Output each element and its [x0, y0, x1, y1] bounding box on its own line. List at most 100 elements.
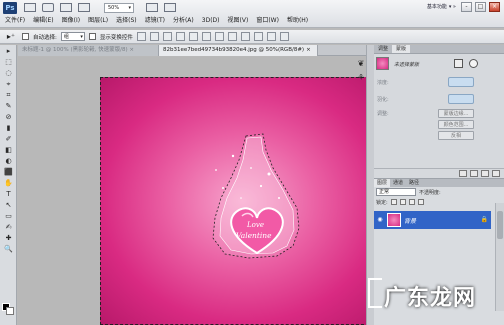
- menu-filter[interactable]: 滤镜(T): [145, 15, 165, 27]
- mask-thumbnail[interactable]: [376, 57, 389, 70]
- color-range-button[interactable]: 颜色范围...: [438, 120, 474, 129]
- photoshop-window: Ps 50% 基本功能▾ » - □ × 文件(F) 编辑(E) 图像(I) 图…: [0, 0, 504, 325]
- tab-channels[interactable]: 通道: [390, 179, 406, 187]
- path-select-icon[interactable]: ↖: [1, 200, 16, 210]
- history-brush-icon[interactable]: ◧: [1, 145, 16, 155]
- apply-mask-icon[interactable]: [470, 170, 478, 177]
- auto-select-checkbox[interactable]: [22, 33, 29, 40]
- distribute-center-icon[interactable]: [266, 32, 276, 41]
- distribute-top-icon[interactable]: [214, 32, 224, 41]
- type-tool-icon[interactable]: T: [1, 189, 16, 199]
- eraser-tool-icon[interactable]: ◐: [1, 156, 16, 166]
- ps-logo: Ps: [3, 2, 17, 14]
- workspace-chevron-icon: ▾ »: [448, 4, 456, 10]
- eyedropper-tool-icon[interactable]: ✎: [1, 101, 16, 111]
- background-color-swatch[interactable]: [6, 307, 14, 315]
- align-right-icon[interactable]: [201, 32, 211, 41]
- clone-stamp-icon[interactable]: ✐: [1, 134, 16, 144]
- menu-file[interactable]: 文件(F): [5, 15, 25, 27]
- dodge-tool-icon[interactable]: ✋: [1, 178, 16, 188]
- gradient-tool-icon[interactable]: ⬛: [1, 167, 16, 177]
- lock-row: 锁定:: [374, 197, 504, 207]
- layer-row-background[interactable]: ◉ 背景 🔒: [374, 211, 491, 229]
- align-bottom-icon[interactable]: [162, 32, 172, 41]
- menu-bar: 文件(F) 编辑(E) 图像(I) 图层(L) 选择(S) 滤镜(T) 分析(A…: [0, 15, 308, 27]
- menu-view[interactable]: 视图(V): [228, 15, 249, 27]
- distribute-left-icon[interactable]: [253, 32, 263, 41]
- zoom-tool-icon[interactable]: 🔍: [1, 244, 16, 254]
- tab-image-jpg[interactable]: 82b31ee7bed49734b93820e4.jpg @ 50%(RGB/8…: [158, 45, 318, 56]
- menu-layer[interactable]: 图层(L): [88, 15, 108, 27]
- tab-untitled[interactable]: 未标题-1 @ 100% (黑影轮毂, 快速蒙版/8) ×: [18, 45, 158, 56]
- bridge-icon[interactable]: [24, 3, 36, 12]
- feather-field[interactable]: [448, 94, 474, 104]
- menu-3d[interactable]: 3D(D): [202, 15, 220, 27]
- align-left-icon[interactable]: [175, 32, 185, 41]
- workspace-switcher[interactable]: 基本功能 ▾ »: [425, 3, 456, 10]
- menu-window[interactable]: 窗口(W): [256, 15, 279, 27]
- opacity-label: 不透明度:: [419, 189, 441, 196]
- crop-tool-icon[interactable]: ⌗: [1, 90, 16, 100]
- canvas-area[interactable]: Love Valentine: [18, 57, 374, 325]
- screen-mode-icon[interactable]: [164, 3, 176, 12]
- delete-mask-icon[interactable]: [492, 170, 500, 177]
- pixel-mask-button[interactable]: [454, 59, 463, 68]
- blend-mode-select[interactable]: 正常: [376, 188, 416, 196]
- lock-all-icon[interactable]: [417, 199, 424, 205]
- 3d-rotate-icon[interactable]: ✚: [1, 233, 16, 243]
- lasso-tool-icon[interactable]: ◌: [1, 68, 16, 78]
- align-center-icon[interactable]: [188, 32, 198, 41]
- eye-icon[interactable]: ◉: [376, 216, 384, 223]
- layers-panel-tabs: 图层 通道 路径: [374, 179, 504, 187]
- tab-paths[interactable]: 路径: [406, 179, 422, 187]
- tab-adjustments[interactable]: 调整: [374, 45, 392, 53]
- auto-align-icon[interactable]: [279, 32, 289, 41]
- lock-transparent-icon[interactable]: [390, 199, 397, 205]
- load-selection-icon[interactable]: [459, 170, 467, 177]
- menu-select[interactable]: 选择(S): [116, 15, 137, 27]
- lock-pixels-icon[interactable]: [399, 199, 406, 205]
- pen-tool-icon[interactable]: ✍: [1, 222, 16, 232]
- show-transform-checkbox[interactable]: [88, 33, 96, 40]
- move-tool-icon[interactable]: ▸: [1, 46, 16, 56]
- tab-layers[interactable]: 图层: [374, 179, 391, 187]
- tab-masks[interactable]: 蒙版: [392, 45, 411, 53]
- maximize-button[interactable]: □: [475, 2, 486, 12]
- lock-position-icon[interactable]: [408, 199, 415, 205]
- mask-edge-button[interactable]: 蒙版边缘...: [438, 109, 474, 118]
- close-button[interactable]: ×: [489, 2, 500, 12]
- zoom-level-select[interactable]: 50%: [104, 3, 134, 13]
- invert-button[interactable]: 反相: [438, 131, 474, 140]
- healing-brush-icon[interactable]: ⊘: [1, 112, 16, 122]
- layer-name: 背景: [404, 218, 417, 225]
- marquee-tool-icon[interactable]: ⬚: [1, 57, 16, 67]
- app-bar: Ps 50% 基本功能▾ » - □ × 文件(F) 编辑(E) 图像(I) 图…: [0, 0, 504, 28]
- brush-tool-icon[interactable]: ▮: [1, 123, 16, 133]
- arrange-documents-icon[interactable]: [146, 3, 158, 12]
- menu-edit[interactable]: 编辑(E): [33, 15, 53, 27]
- document-tabs: 未标题-1 @ 100% (黑影轮毂, 快速蒙版/8) × 82b31ee7be…: [18, 45, 366, 56]
- quick-select-tool-icon[interactable]: ⌖: [1, 79, 16, 89]
- close-tab-icon[interactable]: ×: [306, 47, 311, 53]
- menu-analysis[interactable]: 分析(A): [173, 15, 194, 27]
- density-field[interactable]: [448, 77, 474, 87]
- heart-text-valentine: Valentine: [236, 231, 272, 240]
- window-controls: - □ ×: [461, 2, 500, 12]
- menu-help[interactable]: 帮助(H): [287, 15, 308, 27]
- toggle-mask-icon[interactable]: [481, 170, 489, 177]
- auto-select-dropdown[interactable]: 组: [60, 32, 85, 41]
- shape-tool-icon[interactable]: ▭: [1, 211, 16, 221]
- align-top-icon[interactable]: [136, 32, 146, 41]
- grid-icon[interactable]: [60, 3, 72, 12]
- move-tool-preset-icon[interactable]: ▸⁺: [4, 32, 18, 42]
- hand-tool-icon[interactable]: [78, 3, 90, 12]
- mini-bridge-icon[interactable]: [42, 3, 54, 12]
- distribute-middle-icon[interactable]: [227, 32, 237, 41]
- align-middle-icon[interactable]: [149, 32, 159, 41]
- menu-image[interactable]: 图像(I): [62, 15, 80, 27]
- distribute-bottom-icon[interactable]: [240, 32, 250, 41]
- layers-scroll-thumb[interactable]: [497, 211, 503, 239]
- vector-mask-button[interactable]: [469, 59, 478, 68]
- minimize-button[interactable]: -: [461, 2, 472, 12]
- image-canvas[interactable]: Love Valentine: [100, 77, 374, 325]
